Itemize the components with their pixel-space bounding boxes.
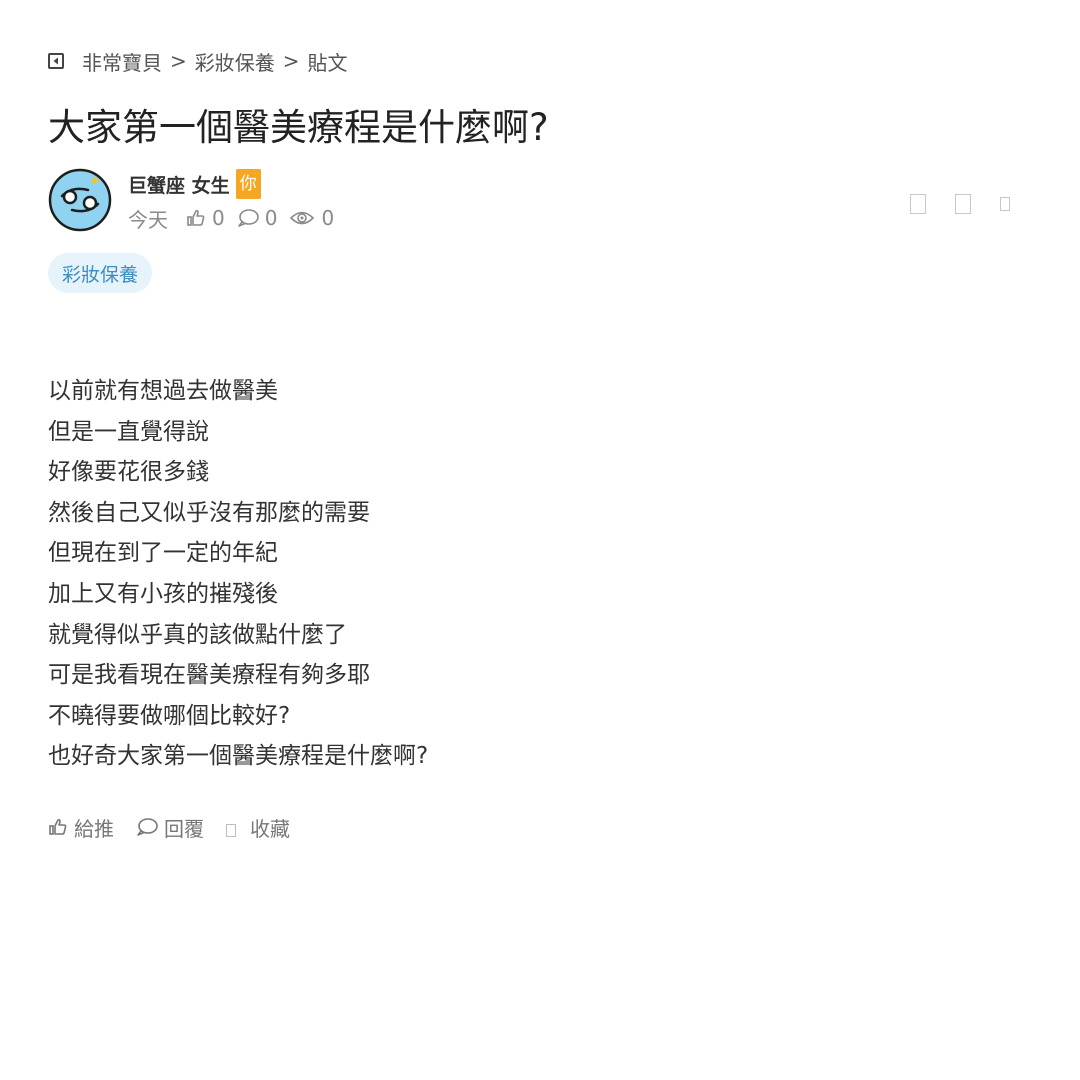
reply-button[interactable]: 回覆 — [136, 813, 204, 842]
post-body: 以前就有想過去做醫美 但是一直覺得說 好像要花很多錢 然後自己又似乎沒有那麼的需… — [48, 371, 428, 777]
post-title: 大家第一個醫美療程是什麼啊? — [48, 106, 549, 149]
post-meta: 今天 0 0 0 — [128, 204, 346, 232]
thumbs-up-icon — [187, 209, 205, 226]
breadcrumb-item-forum[interactable]: 非常寶貝 — [82, 47, 162, 76]
like-button-label: 給推 — [74, 816, 114, 841]
eye-icon — [290, 211, 315, 225]
cancer-zodiac-icon — [48, 168, 112, 232]
back-icon[interactable] — [48, 53, 64, 69]
like-button[interactable]: 給推 — [48, 813, 114, 842]
post-body-line: 不曉得要做哪個比較好? — [48, 702, 291, 729]
breadcrumb: 非常寶貝 > 彩妝保養 > 貼文 — [48, 46, 348, 76]
post-date: 今天 — [128, 207, 168, 232]
post-body-line: 加上又有小孩的摧殘後 — [48, 580, 278, 607]
author-info: 巨蟹座 女生 你 — [128, 168, 261, 200]
reply-button-label: 回覆 — [164, 816, 204, 841]
post-actions: 給推 回覆 收藏 — [48, 812, 312, 842]
breadcrumb-item-current: 貼文 — [307, 50, 348, 75]
author-name[interactable]: 巨蟹座 女生 — [128, 171, 230, 198]
view-count: 0 — [289, 206, 334, 230]
thumbs-up-icon — [49, 818, 67, 835]
breadcrumb-separator: > — [282, 49, 300, 73]
post-page: 非常寶貝 > 彩妝保養 > 貼文 大家第一個醫美療程是什麼啊? 巨蟹座 女生 你… — [0, 0, 1080, 1080]
favorite-button[interactable]: 收藏 — [226, 813, 290, 842]
bookmark-icon[interactable] — [955, 194, 971, 214]
more-options-icon[interactable] — [1000, 197, 1010, 211]
post-body-line: 然後自己又似乎沒有那麼的需要 — [48, 499, 370, 526]
breadcrumb-item-category[interactable]: 彩妝保養 — [195, 47, 275, 76]
post-body-line: 好像要花很多錢 — [48, 459, 209, 486]
breadcrumb-separator: > — [170, 49, 187, 73]
favorite-icon — [226, 823, 236, 837]
view-count-value: 0 — [321, 206, 335, 230]
like-count-value: 0 — [212, 206, 225, 230]
post-body-line: 但現在到了一定的年紀 — [48, 540, 278, 567]
comment-count: 0 — [237, 206, 278, 230]
post-body-line: 也好奇大家第一個醫美療程是什麼啊? — [48, 743, 429, 770]
share-icon[interactable] — [910, 194, 926, 214]
comment-icon — [237, 209, 259, 227]
category-tag[interactable]: 彩妝保養 — [48, 253, 153, 293]
post-body-line: 以前就有想過去做醫美 — [48, 378, 278, 404]
you-badge: 你 — [235, 169, 261, 199]
comment-icon — [137, 818, 158, 836]
post-toolbar — [881, 194, 1010, 214]
favorite-button-label: 收藏 — [250, 816, 290, 841]
avatar[interactable] — [48, 168, 112, 232]
post-body-line: 就覺得似乎真的該做點什麼了 — [48, 621, 347, 648]
like-count: 0 — [186, 206, 225, 230]
comment-count-value: 0 — [264, 206, 278, 230]
post-body-line: 可是我看現在醫美療程有夠多耶 — [48, 662, 370, 689]
post-body-line: 但是一直覺得說 — [48, 418, 209, 445]
